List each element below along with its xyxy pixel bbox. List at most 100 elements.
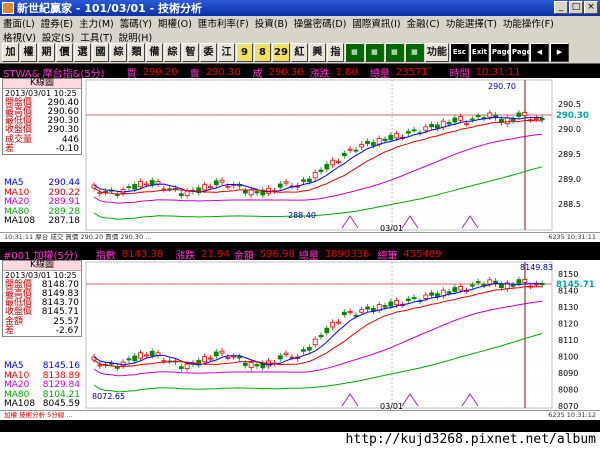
toolbar-button[interactable]: 選 — [74, 43, 91, 62]
candle-body — [382, 138, 388, 142]
candle-body — [475, 281, 481, 284]
toolbar-button[interactable]: 江 — [218, 43, 235, 62]
panel1-chart[interactable]: 290.5 290.0 289.5 289.0 288.5 290.30 290.70 288… — [0, 78, 600, 232]
toolbar-button[interactable]: 智 — [182, 43, 199, 62]
toolbar-button[interactable]: ▦ — [404, 43, 424, 62]
panel2-status-right: 6235 10:31:12 — [548, 411, 596, 419]
high-label: 290.70 — [488, 82, 516, 91]
candle-body — [394, 133, 400, 139]
candle-body — [149, 350, 155, 357]
candle-body — [522, 112, 528, 116]
menu-item[interactable]: 金融(C) — [407, 16, 440, 30]
toolbar-button[interactable]: 權 — [20, 43, 37, 62]
signal-marker — [401, 393, 419, 407]
toolbar-button[interactable]: 價 — [56, 43, 73, 62]
candle-body — [318, 169, 324, 172]
candle-body — [487, 279, 493, 285]
candle-body — [277, 183, 283, 188]
candle-body — [324, 327, 330, 334]
toolbar-button[interactable]: 加 — [2, 43, 19, 62]
menu-item[interactable]: 匯市利率(F) — [198, 16, 249, 30]
toolbar-button[interactable]: 期 — [38, 43, 55, 62]
menu-item[interactable]: 投資(B) — [255, 16, 288, 30]
close-button[interactable]: × — [584, 1, 598, 14]
y-axis-tick-label: 8150 — [558, 270, 578, 279]
candle-body — [423, 294, 429, 299]
candle-body — [277, 355, 283, 360]
ma-label: MA108 — [4, 399, 36, 410]
candle-body — [336, 161, 341, 163]
info-label: 差 — [5, 144, 15, 155]
candle-body — [487, 112, 493, 118]
candle-body — [138, 181, 143, 188]
menu-item[interactable]: 主力(M) — [79, 16, 114, 30]
candle-body — [184, 190, 190, 196]
menu-item[interactable]: 期權(O) — [158, 16, 192, 30]
low-label: 8072.65 — [92, 392, 125, 401]
toolbar-button[interactable]: 興 — [308, 43, 326, 62]
candle-body — [394, 300, 400, 306]
candle-body — [330, 159, 336, 166]
candle-body — [475, 115, 481, 117]
candle-body — [336, 321, 341, 324]
toolbar-button[interactable]: ▦ — [344, 43, 364, 62]
last-price-label: 290.30 — [556, 111, 589, 121]
panel2-amt: 596.98 — [259, 248, 295, 260]
menu-item[interactable]: 籌碼(Y) — [120, 16, 152, 30]
candle-body — [248, 362, 254, 369]
toolbar-button[interactable]: Exit — [469, 43, 489, 62]
y-axis-tick-label: 8130 — [558, 303, 578, 312]
candle-body — [126, 358, 132, 361]
high-label: 8149.83 — [520, 263, 553, 272]
toolbar-button[interactable]: 8 — [254, 43, 271, 62]
toolbar-button[interactable]: 綜 — [164, 43, 181, 62]
panel1-status: 10:31:11 摩台 成交 買價 290.20 賣價 290.30 ... 6… — [0, 232, 600, 242]
ma10-line — [93, 120, 543, 195]
panel1-box-title: K線圖 — [3, 78, 81, 90]
toolbar-button[interactable]: ◀ — [529, 43, 549, 62]
toolbar-button[interactable]: 29 — [272, 43, 290, 62]
toolbar-button[interactable]: 委 — [200, 43, 217, 62]
candle-body — [499, 284, 504, 289]
menu-item[interactable]: 操盤密碼(D) — [294, 16, 347, 30]
panel2-chart[interactable]: 8150 8140 8130 8120 8110 8100 8090 8080 8070 8145… — [0, 260, 600, 410]
candle-body — [219, 179, 225, 183]
candle-body — [178, 366, 184, 370]
toolbar-button[interactable]: 國 — [92, 43, 109, 62]
toolbar-button[interactable]: ▶ — [549, 43, 569, 62]
candle-body — [184, 363, 190, 369]
toolbar-button[interactable]: Page Down — [509, 43, 534, 73]
menu-item[interactable]: 畫面(L) — [3, 16, 35, 30]
toolbar-button[interactable]: 類 — [128, 43, 145, 62]
candle-body — [347, 311, 353, 313]
candle-body — [347, 148, 353, 151]
toolbar-button[interactable]: 9 — [236, 43, 253, 62]
panel1-candles[interactable]: 290.5 290.0 289.5 289.0 288.5 290.30 290.70 288… — [0, 78, 600, 232]
minimize-button[interactable]: _ — [554, 1, 568, 14]
candle-body — [202, 356, 207, 363]
toolbar-button[interactable]: Esc — [449, 43, 469, 62]
candle-body — [213, 180, 219, 186]
menu-item[interactable]: 功能操作(F) — [503, 16, 554, 30]
toolbar-button[interactable]: Page Up — [489, 43, 511, 73]
candle-body — [405, 131, 411, 134]
maximize-button[interactable]: □ — [569, 1, 583, 14]
menu-item[interactable]: 功能選擇(T) — [446, 16, 497, 30]
candle-body — [318, 334, 324, 338]
candle-body — [411, 129, 417, 132]
menu-item[interactable]: 國際資訊(I) — [352, 16, 400, 30]
panel2-vol: 1890336 — [324, 248, 370, 260]
toolbar-button[interactable]: 備 — [146, 43, 163, 62]
panel2-candles[interactable]: 8150814081308120811081008090808080708145… — [0, 260, 600, 410]
toolbar-button[interactable]: ▦ — [384, 43, 404, 62]
toolbar-button[interactable]: 綜 — [110, 43, 127, 62]
candle-body — [225, 185, 231, 188]
toolbar-button[interactable]: 紅 — [290, 43, 308, 62]
toolbar-button[interactable]: 指 — [326, 43, 344, 62]
window-title: 新世紀贏家 - 101/03/01 - 技術分析 — [17, 2, 203, 15]
toolbar-button[interactable]: 功能 — [424, 43, 449, 62]
menu-item[interactable]: 證券(E) — [41, 16, 73, 30]
toolbar-button[interactable]: ▦ — [364, 43, 384, 62]
panel2-status-text: 加權 技術分析 5分線 ... — [4, 411, 73, 419]
candle-body — [429, 124, 434, 128]
